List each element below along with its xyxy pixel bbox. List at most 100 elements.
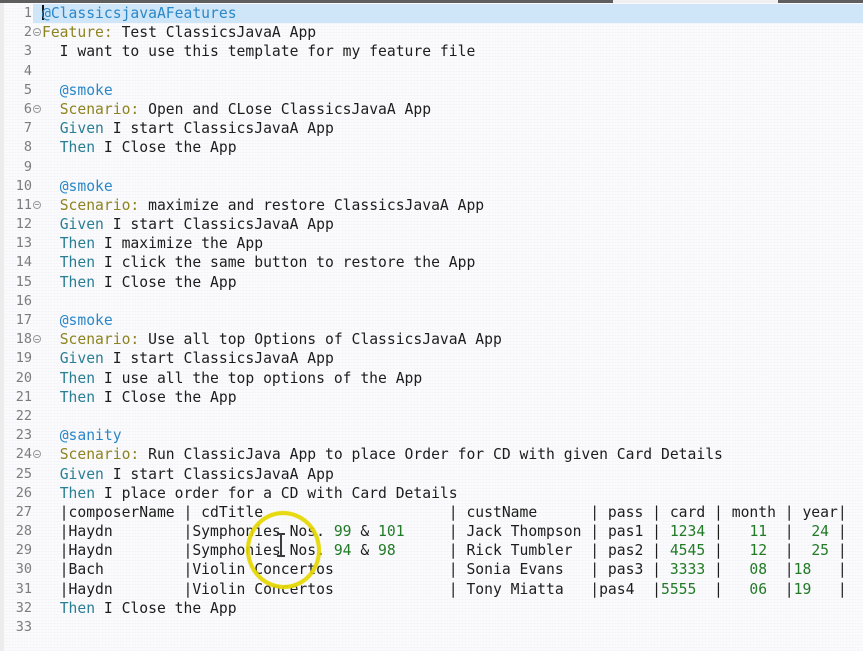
code-line[interactable]: 19 Given I start ClassicsJavaA App bbox=[0, 349, 863, 368]
token-num: 1234 bbox=[670, 523, 705, 540]
code-line[interactable]: 20 Then I use all the top options of the… bbox=[0, 369, 863, 388]
line-number: 24 bbox=[0, 445, 32, 464]
code-line[interactable]: 13 Then I maximize the App bbox=[0, 234, 863, 253]
fold-spacer bbox=[32, 349, 42, 368]
code-line[interactable]: 5 @smoke bbox=[0, 81, 863, 100]
code-text: Then I Close the App bbox=[42, 273, 863, 292]
token-txt: | bbox=[767, 581, 794, 598]
code-line[interactable]: 16 bbox=[0, 292, 863, 311]
line-number: 19 bbox=[0, 349, 32, 368]
code-line[interactable]: 15 Then I Close the App bbox=[0, 273, 863, 292]
token-txt: | bbox=[767, 523, 811, 540]
code-line[interactable]: 14 Then I click the same button to resto… bbox=[0, 253, 863, 272]
fold-spacer bbox=[32, 407, 42, 426]
code-text: Feature: Test ClassicsJavaA App bbox=[42, 23, 863, 42]
code-line[interactable]: 2Feature: Test ClassicsJavaA App bbox=[0, 23, 863, 42]
token-txt bbox=[42, 427, 60, 444]
code-line[interactable]: 21 Then I Close the App bbox=[0, 388, 863, 407]
code-line[interactable]: 27 |composerName | cdTitle | custName | … bbox=[0, 503, 863, 522]
code-line[interactable]: 17 @smoke bbox=[0, 311, 863, 330]
fold-spacer bbox=[32, 522, 42, 541]
top-scrollbar-thumb[interactable] bbox=[613, 0, 778, 3]
token-tag: @sanity bbox=[60, 427, 122, 444]
token-txt bbox=[42, 216, 60, 233]
line-number: 4 bbox=[0, 62, 32, 81]
token-txt: | bbox=[705, 542, 749, 559]
token-num: 08 bbox=[749, 561, 767, 578]
token-txt: I Close the App bbox=[95, 274, 236, 291]
code-text bbox=[42, 292, 863, 311]
token-kw: Scenario: bbox=[60, 446, 140, 463]
code-line[interactable]: 1@ClassicsjavaAFeatures bbox=[0, 4, 863, 23]
token-step: Then bbox=[60, 139, 95, 156]
token-kw: Scenario: bbox=[60, 101, 140, 118]
code-line[interactable]: 7 Given I start ClassicsJavaA App bbox=[0, 119, 863, 138]
code-line[interactable]: 6 Scenario: Open and CLose ClassicsJavaA… bbox=[0, 100, 863, 119]
line-number: 22 bbox=[0, 407, 32, 426]
code-line[interactable]: 8 Then I Close the App bbox=[0, 138, 863, 157]
code-line[interactable]: 23 @sanity bbox=[0, 426, 863, 445]
fold-spacer bbox=[32, 388, 42, 407]
fold-spacer bbox=[32, 81, 42, 100]
fold-collapse-icon[interactable] bbox=[32, 330, 42, 349]
token-step: Then bbox=[60, 274, 95, 291]
token-txt: I want to use this template for my featu… bbox=[42, 43, 475, 60]
fold-spacer bbox=[32, 292, 42, 311]
code-text: Then I click the same button to restore … bbox=[42, 253, 863, 272]
line-number: 27 bbox=[0, 503, 32, 522]
code-line[interactable]: 22 bbox=[0, 407, 863, 426]
code-text: Then I Close the App bbox=[42, 138, 863, 157]
token-num: 12 bbox=[749, 542, 767, 559]
token-step: Given bbox=[60, 216, 104, 233]
code-text bbox=[42, 62, 863, 81]
line-number: 32 bbox=[0, 599, 32, 618]
fold-spacer bbox=[32, 426, 42, 445]
code-text bbox=[42, 618, 863, 637]
token-num: 3333 bbox=[670, 561, 705, 578]
code-text: Scenario: maximize and restore ClassicsJ… bbox=[42, 196, 863, 215]
fold-spacer bbox=[32, 177, 42, 196]
code-line[interactable]: 31 |Haydn |Violin Concertos | Tony Miatt… bbox=[0, 580, 863, 599]
code-text: @smoke bbox=[42, 81, 863, 100]
code-line[interactable]: 3 I want to use this template for my fea… bbox=[0, 42, 863, 61]
code-line[interactable]: 29 |Haydn |Symphonies Nos. 94 & 98 | Ric… bbox=[0, 541, 863, 560]
token-step: Then bbox=[60, 485, 95, 502]
code-text: Given I start ClassicsJavaA App bbox=[42, 349, 863, 368]
code-line[interactable]: 30 |Bach |Violin Concertos | Sonia Evans… bbox=[0, 560, 863, 579]
code-text: |Haydn |Violin Concertos | Tony Miatta |… bbox=[42, 580, 863, 599]
code-line[interactable]: 4 bbox=[0, 62, 863, 81]
line-number: 12 bbox=[0, 215, 32, 234]
code-editor[interactable]: 1@ClassicsjavaAFeatures2Feature: Test Cl… bbox=[0, 4, 863, 637]
token-txt: | bbox=[705, 561, 749, 578]
code-line[interactable]: 25 Given I start ClassicsJavaA App bbox=[0, 465, 863, 484]
line-number: 16 bbox=[0, 292, 32, 311]
fold-spacer bbox=[32, 273, 42, 292]
code-line[interactable]: 33 bbox=[0, 618, 863, 637]
code-text: |composerName | cdTitle | custName | pas… bbox=[42, 503, 863, 522]
code-line[interactable]: 10 @smoke bbox=[0, 177, 863, 196]
code-text: |Haydn |Symphonies Nos. 94 & 98 | Rick T… bbox=[42, 541, 863, 560]
fold-spacer bbox=[32, 465, 42, 484]
token-txt: |Haydn |Symphonies Nos. bbox=[42, 523, 334, 540]
code-line[interactable]: 26 Then I place order for a CD with Card… bbox=[0, 484, 863, 503]
code-line[interactable]: 24 Scenario: Run ClassicJava App to plac… bbox=[0, 445, 863, 464]
fold-collapse-icon[interactable] bbox=[32, 445, 42, 464]
token-txt: I use all the top options of the App bbox=[95, 370, 422, 387]
fold-collapse-icon[interactable] bbox=[32, 23, 42, 42]
token-num: 18 bbox=[794, 561, 812, 578]
code-line[interactable]: 11 Scenario: maximize and restore Classi… bbox=[0, 196, 863, 215]
code-text: Then I use all the top options of the Ap… bbox=[42, 369, 863, 388]
token-txt: & bbox=[352, 523, 379, 540]
code-text: Then I maximize the App bbox=[42, 234, 863, 253]
line-number: 20 bbox=[0, 369, 32, 388]
code-line[interactable]: 9 bbox=[0, 158, 863, 177]
token-txt: Use all top Options of ClassicsJavaA App bbox=[139, 331, 502, 348]
code-line[interactable]: 18 Scenario: Use all top Options of Clas… bbox=[0, 330, 863, 349]
fold-spacer bbox=[32, 215, 42, 234]
code-line[interactable]: 12 Given I start ClassicsJavaA App bbox=[0, 215, 863, 234]
code-line[interactable]: 28 |Haydn |Symphonies Nos. 99 & 101 | Ja… bbox=[0, 522, 863, 541]
token-txt: | Rick Tumbler | pas2 | bbox=[396, 542, 670, 559]
fold-collapse-icon[interactable] bbox=[32, 100, 42, 119]
code-line[interactable]: 32 Then I Close the App bbox=[0, 599, 863, 618]
fold-collapse-icon[interactable] bbox=[32, 196, 42, 215]
